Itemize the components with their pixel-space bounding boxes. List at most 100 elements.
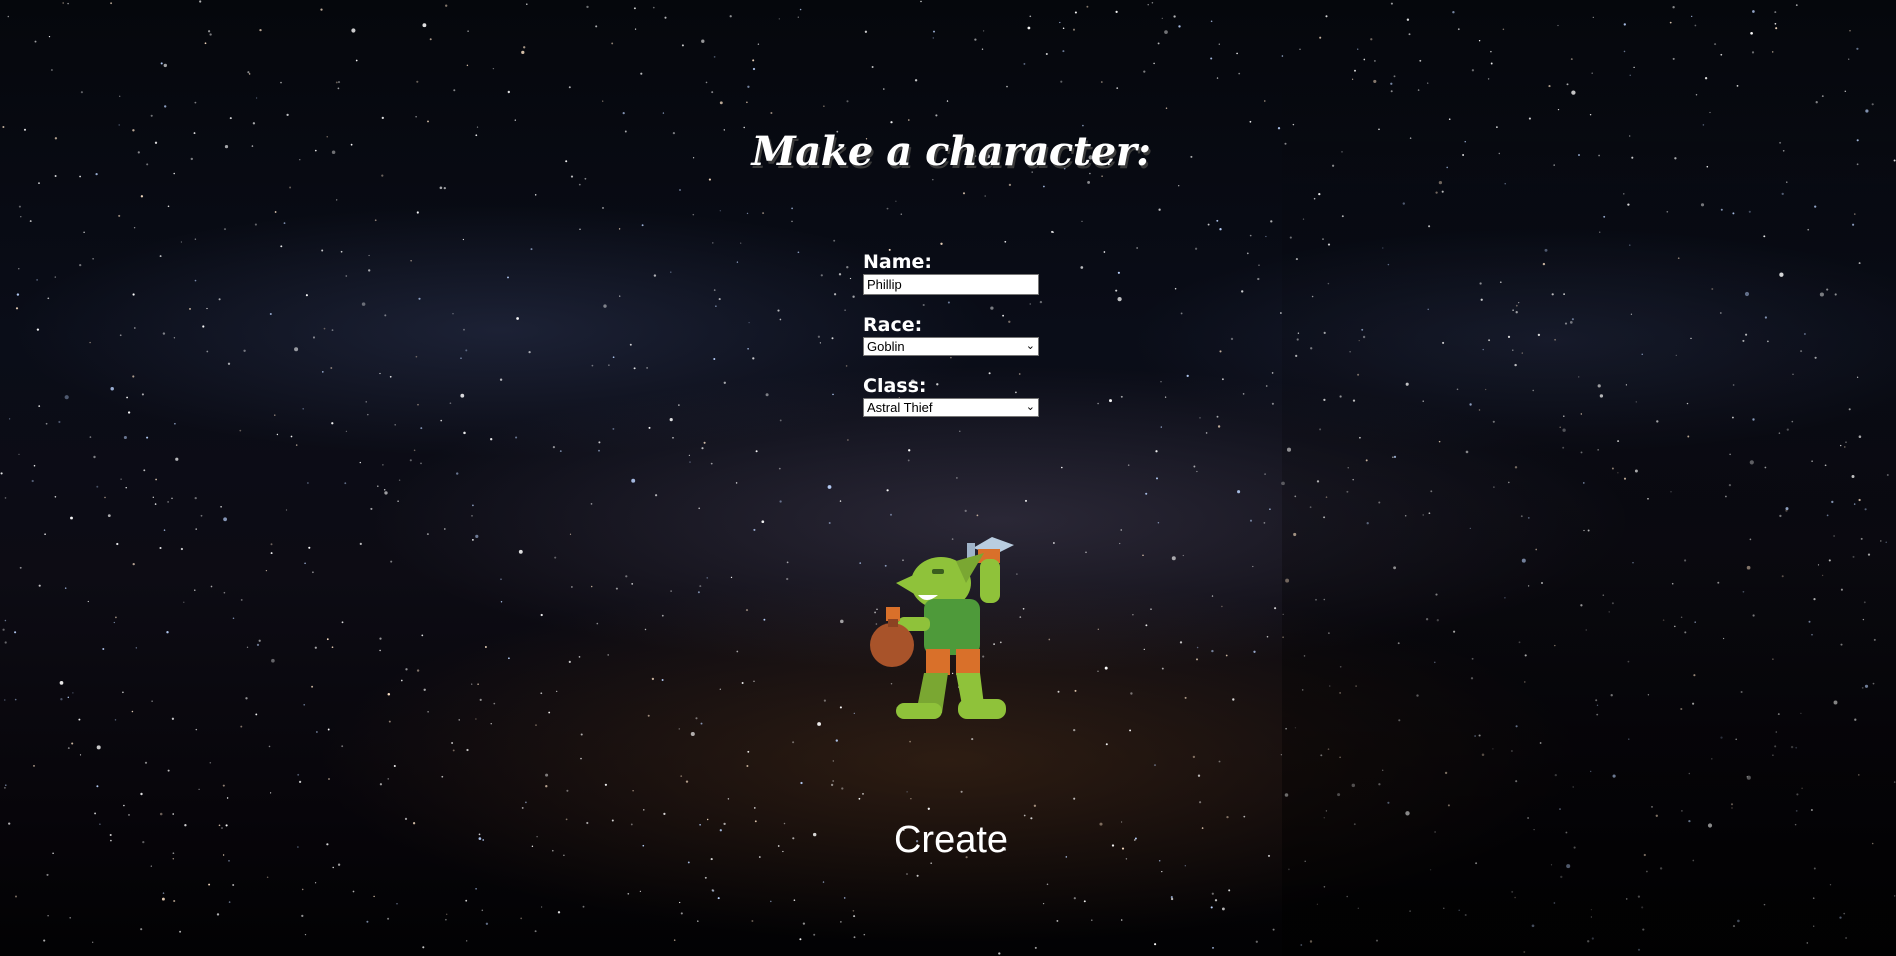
star <box>321 371 324 373</box>
star <box>332 866 334 869</box>
star <box>747 347 749 350</box>
star <box>528 350 531 354</box>
star <box>418 297 421 300</box>
character-form: Name: Race: Goblin ⌄ Class: Astral Thief… <box>863 250 1063 435</box>
star <box>490 438 493 441</box>
star <box>712 889 715 892</box>
star <box>305 294 308 297</box>
star <box>397 500 399 502</box>
star <box>692 213 695 216</box>
star <box>1182 554 1184 557</box>
star <box>646 367 648 369</box>
star <box>452 313 454 315</box>
star <box>133 327 136 329</box>
star <box>698 507 701 510</box>
star <box>520 917 523 920</box>
star <box>270 543 273 546</box>
star <box>479 698 482 701</box>
star <box>46 873 49 876</box>
star <box>907 459 910 462</box>
star <box>70 516 73 520</box>
star <box>163 529 166 531</box>
star <box>1154 943 1157 946</box>
star <box>467 30 469 32</box>
star <box>831 337 834 340</box>
star <box>1207 223 1210 226</box>
star <box>908 119 910 121</box>
star <box>1253 650 1256 653</box>
create-button[interactable]: Create <box>0 818 1896 863</box>
star <box>493 702 496 705</box>
star <box>1271 402 1274 405</box>
star <box>1197 774 1201 777</box>
star <box>706 577 708 579</box>
star <box>625 575 628 578</box>
star <box>633 367 636 370</box>
star <box>38 405 41 407</box>
star <box>194 238 197 240</box>
star <box>1057 690 1060 693</box>
star <box>703 441 706 444</box>
star <box>797 16 799 18</box>
class-select[interactable]: Astral Thief ⌄ <box>863 398 1039 417</box>
star <box>398 479 401 481</box>
star <box>427 120 429 123</box>
star <box>331 646 334 649</box>
star <box>906 791 908 793</box>
star <box>475 534 479 538</box>
name-label: Name: <box>863 251 933 273</box>
star <box>229 117 232 120</box>
star <box>622 112 625 115</box>
star <box>67 2 69 5</box>
star <box>54 175 57 177</box>
star <box>151 700 153 702</box>
star <box>19 566 22 569</box>
star <box>823 105 825 107</box>
star <box>1179 641 1183 644</box>
star <box>80 91 83 94</box>
star <box>64 395 69 400</box>
star <box>1194 247 1198 250</box>
star <box>604 783 608 786</box>
star <box>1199 801 1202 804</box>
star <box>443 186 446 190</box>
star <box>173 337 176 339</box>
chevron-down-icon: ⌄ <box>1025 401 1035 413</box>
star <box>719 688 721 690</box>
star <box>204 42 207 45</box>
star <box>141 393 144 396</box>
star <box>387 692 391 696</box>
star <box>164 105 167 108</box>
name-input[interactable] <box>863 274 1039 295</box>
star <box>741 682 744 684</box>
star <box>832 780 835 782</box>
star <box>1117 271 1120 274</box>
star <box>718 298 721 301</box>
star <box>844 309 846 311</box>
star <box>540 692 543 695</box>
star <box>786 577 789 581</box>
race-select[interactable]: Goblin ⌄ <box>863 337 1039 356</box>
star <box>661 679 664 681</box>
star <box>1080 266 1084 269</box>
star <box>1025 499 1027 502</box>
star <box>368 269 371 272</box>
star <box>1027 26 1031 30</box>
star <box>500 601 503 603</box>
star <box>48 35 51 38</box>
star <box>864 30 868 33</box>
star <box>295 444 298 446</box>
star <box>632 790 634 792</box>
star <box>245 697 248 700</box>
star <box>688 454 691 457</box>
star <box>535 724 537 726</box>
star <box>662 112 665 114</box>
star <box>1105 743 1108 746</box>
star <box>492 67 495 70</box>
star <box>670 590 672 592</box>
star <box>840 619 844 624</box>
star <box>416 669 420 672</box>
star <box>745 609 749 612</box>
star <box>341 745 344 748</box>
star <box>525 801 527 804</box>
